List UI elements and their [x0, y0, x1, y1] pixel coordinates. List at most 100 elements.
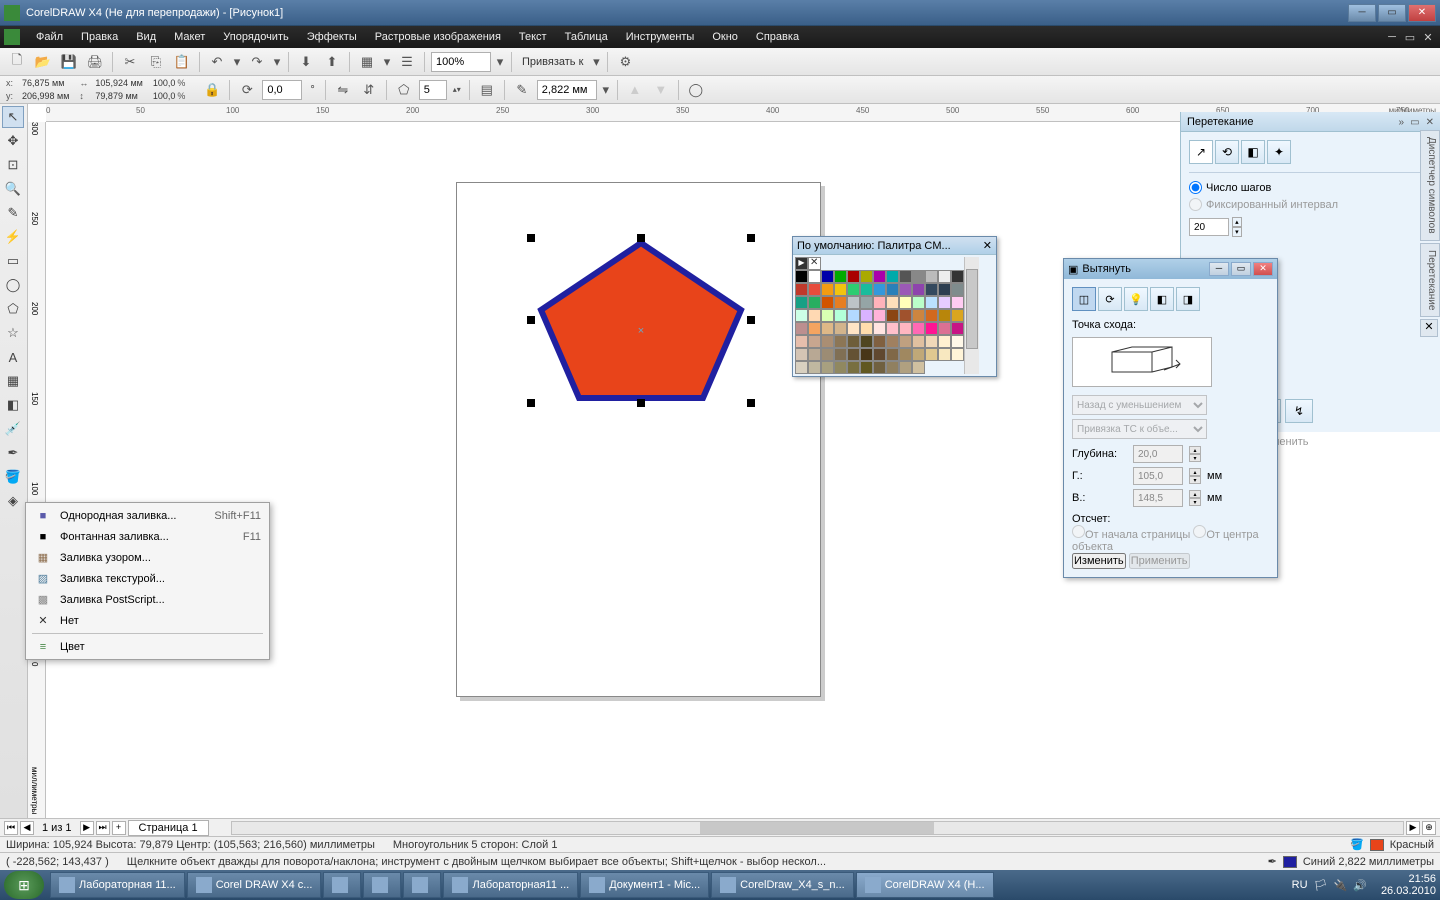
ctx-item[interactable]: ■Фонтанная заливка...F11	[28, 526, 267, 547]
color-swatch[interactable]	[847, 283, 860, 296]
color-swatch[interactable]	[821, 348, 834, 361]
extrude-max-button[interactable]: ▭	[1231, 262, 1251, 276]
scale-x-value[interactable]: 100,0	[153, 78, 176, 88]
color-swatch[interactable]	[951, 296, 964, 309]
color-swatch[interactable]	[808, 283, 821, 296]
color-swatch[interactable]	[808, 309, 821, 322]
color-swatch[interactable]	[808, 361, 821, 374]
snap-dropdown-icon[interactable]: ▾	[591, 51, 601, 73]
color-swatch[interactable]	[925, 348, 938, 361]
blend-tab-misc[interactable]: ✦	[1267, 140, 1291, 164]
color-swatch[interactable]	[951, 270, 964, 283]
blend-tool[interactable]: ◧	[2, 394, 24, 416]
color-swatch[interactable]	[912, 335, 925, 348]
v-input[interactable]	[1133, 489, 1183, 507]
palette-scrollbar[interactable]	[964, 257, 979, 374]
ctx-item[interactable]: ▦Заливка узором...	[28, 547, 267, 568]
save-button[interactable]: 💾	[58, 51, 80, 73]
color-swatch[interactable]	[808, 296, 821, 309]
color-swatch[interactable]	[860, 348, 873, 361]
color-swatch[interactable]	[860, 309, 873, 322]
zoom-input[interactable]	[431, 52, 491, 72]
color-swatch[interactable]	[886, 283, 899, 296]
undo-button[interactable]: ↶	[206, 51, 228, 73]
docker-close-icon[interactable]: ✕	[1426, 117, 1434, 128]
tofront-button[interactable]: ▲	[624, 79, 646, 101]
palette-close-icon[interactable]: ✕	[983, 239, 992, 252]
outline-input[interactable]	[537, 80, 597, 100]
color-swatch[interactable]	[925, 309, 938, 322]
toback-button[interactable]: ▼	[650, 79, 672, 101]
color-swatch[interactable]	[912, 270, 925, 283]
zoom-dropdown-icon[interactable]: ▾	[495, 51, 505, 73]
handle-se[interactable]	[747, 399, 755, 407]
menu-file[interactable]: Файл	[28, 29, 71, 45]
color-swatch[interactable]	[808, 270, 821, 283]
taskbar-item[interactable]	[363, 872, 401, 898]
taskbar-item[interactable]	[403, 872, 441, 898]
tray-flag-icon[interactable]: 🏳	[1314, 879, 1328, 892]
spinner-down-icon[interactable]: ▾	[1189, 454, 1201, 462]
color-swatch[interactable]	[899, 322, 912, 335]
scroll-right-button[interactable]: ▶	[1406, 821, 1420, 835]
color-swatch[interactable]	[951, 335, 964, 348]
taskbar-item[interactable]: Corel DRAW X4 с...	[187, 872, 322, 898]
table-tool[interactable]: ▦	[2, 370, 24, 392]
color-swatch[interactable]	[938, 309, 951, 322]
zoom-tool[interactable]: 🔍	[2, 178, 24, 200]
color-swatch[interactable]	[834, 361, 847, 374]
app-menu-icon[interactable]	[4, 29, 20, 45]
mdi-close-icon[interactable]: ✕	[1420, 31, 1436, 43]
vtab-blend[interactable]: Перетекание	[1420, 243, 1440, 317]
outline-color-swatch[interactable]	[1283, 856, 1297, 868]
tray-network-icon[interactable]: 🔌	[1334, 879, 1348, 892]
blend-tab-color[interactable]: ◧	[1241, 140, 1265, 164]
redo-dropdown-icon[interactable]: ▾	[272, 51, 282, 73]
color-swatch[interactable]	[925, 322, 938, 335]
add-page-button[interactable]: +	[112, 821, 126, 835]
ctx-item[interactable]: ■Однородная заливка...Shift+F11	[28, 505, 267, 526]
text-tool[interactable]: A	[2, 346, 24, 368]
horizontal-scrollbar[interactable]	[231, 821, 1404, 835]
color-swatch[interactable]	[886, 361, 899, 374]
color-palette-popup[interactable]: По умолчанию: Палитра CM... ✕ ▶	[792, 236, 997, 377]
handle-s[interactable]	[637, 399, 645, 407]
nav-button[interactable]: ⊕	[1422, 821, 1436, 835]
blend-misc-button[interactable]: ↯	[1285, 399, 1313, 423]
color-swatch[interactable]	[912, 283, 925, 296]
page-tab[interactable]: Страница 1	[128, 820, 209, 836]
color-swatch[interactable]	[938, 348, 951, 361]
color-swatch[interactable]	[938, 322, 951, 335]
first-page-button[interactable]: ⏮	[4, 821, 18, 835]
color-swatch[interactable]	[860, 322, 873, 335]
color-swatch[interactable]	[886, 309, 899, 322]
depth-input[interactable]	[1133, 445, 1183, 463]
color-swatch[interactable]	[834, 270, 847, 283]
ctx-item[interactable]: ✕Нет	[28, 610, 267, 631]
last-page-button[interactable]: ⏭	[96, 821, 110, 835]
color-swatch[interactable]	[795, 296, 808, 309]
sides-input[interactable]	[419, 80, 447, 100]
color-swatch[interactable]	[795, 361, 808, 374]
color-swatch[interactable]	[795, 309, 808, 322]
smart-tool[interactable]: ⚡	[2, 226, 24, 248]
ctx-item[interactable]: ≡Цвет	[28, 636, 267, 657]
spinner-down-icon[interactable]: ▾	[1189, 498, 1201, 506]
color-swatch[interactable]	[899, 309, 912, 322]
mdi-minimize-icon[interactable]: ─	[1384, 31, 1400, 43]
color-swatch[interactable]	[795, 283, 808, 296]
color-swatch[interactable]	[795, 322, 808, 335]
extrude-tab-3[interactable]: 💡	[1124, 287, 1148, 311]
mirror-v-button[interactable]: ⇵	[358, 79, 380, 101]
color-swatch[interactable]	[886, 296, 899, 309]
color-swatch[interactable]	[951, 348, 964, 361]
color-swatch[interactable]	[925, 296, 938, 309]
welcome-button[interactable]: ☰	[396, 51, 418, 73]
pick-tool[interactable]: ↖	[2, 106, 24, 128]
import-button[interactable]: ⬇	[295, 51, 317, 73]
spinner-down-icon[interactable]: ▾	[1189, 476, 1201, 484]
color-swatch[interactable]	[860, 270, 873, 283]
handle-n[interactable]	[637, 234, 645, 242]
color-swatch[interactable]	[821, 322, 834, 335]
start-button[interactable]: ⊞	[4, 871, 44, 899]
